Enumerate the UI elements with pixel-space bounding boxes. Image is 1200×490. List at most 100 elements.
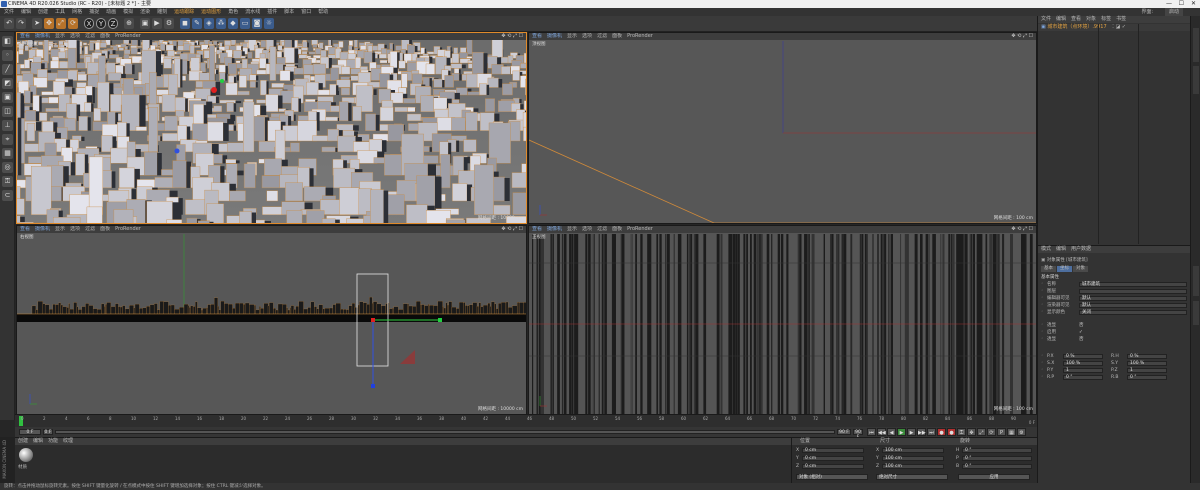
auto-key-button[interactable]: ● [947,428,956,436]
max-frame-field[interactable]: 90 F [853,429,863,440]
world-icon[interactable]: ⊕ [124,18,134,29]
rotate-icon[interactable]: ⟳ [68,18,78,29]
menu-item[interactable]: 流水线 [245,9,260,15]
field-value[interactable]: 城市建筑 [1079,282,1187,287]
field-value[interactable]: 默认 [1079,296,1187,301]
render-settings-icon[interactable]: ⚙ [164,18,174,29]
field-value[interactable]: 关闭 [1079,310,1187,315]
position-field[interactable]: 0 cm [802,464,864,469]
menu-item[interactable]: 运动跟踪 [174,9,194,15]
viewport-menu-item[interactable]: 过滤 [85,226,95,232]
current-frame-field[interactable]: 0 F [43,429,53,435]
x-axis-icon[interactable]: X [84,18,94,29]
cube-icon[interactable]: ◼ [180,18,190,29]
viewport-menu-item[interactable]: 摄像机 [547,33,562,39]
viewport-menu-item[interactable]: 显示 [567,226,577,232]
viewport-menu-item[interactable]: 过滤 [597,33,607,39]
menu-item[interactable]: 运动图形 [201,9,221,15]
object-mode-icon[interactable]: ▣ [2,92,13,103]
keyframe-selection-button[interactable]: ⚿ [957,428,966,436]
menu-item[interactable]: 角色 [228,9,238,15]
viewport-menu-item[interactable]: 查看 [532,33,542,39]
anim-dot-icon[interactable]: ◦ [1041,303,1044,309]
viewport-menu-item[interactable]: ProRender [115,226,141,232]
viewport-controls-icon[interactable]: ✥ ⟲ ⤢ ☐ [1011,33,1033,40]
checkbox[interactable]: 否 [1079,337,1084,343]
attribute-menu-item[interactable]: 用户数据 [1071,246,1091,252]
viewport-menu-item[interactable]: 摄像机 [547,226,562,232]
attribute-tab[interactable]: 对象 [1073,266,1088,272]
viewport-menu-item[interactable]: 面板 [612,226,622,232]
menu-item[interactable]: 窗口 [301,9,311,15]
lock-icon-icon[interactable]: ⚿ [2,176,13,187]
checkbox[interactable]: ✓ [1079,330,1083,336]
viewport-controls-icon[interactable]: ✥ ⟲ ⤢ ☐ [501,33,523,40]
menu-item[interactable]: 工具 [55,9,65,15]
points-mode-icon[interactable]: ◦ [2,50,13,61]
anim-dot-icon[interactable]: ◦ [1041,296,1044,302]
viewport-perspective[interactable]: 查看 摄像机 显示 选项 过滤 面板 ProRender 透视视图 ✥ ⟲ ⤢ ☐ 网格间距… [16,32,527,224]
light-icon[interactable]: ☼ [264,18,274,29]
viewport-menu-item[interactable]: ProRender [627,33,653,39]
coord-field[interactable]: 0 ° [1127,375,1167,380]
viewport-menu-item[interactable]: 显示 [55,33,65,39]
anim-dot-icon[interactable]: ◦ [1041,282,1044,288]
size-field[interactable]: 100 cm [882,464,944,469]
anim-dot-icon[interactable]: ◦ [1041,310,1044,316]
axis-mode-icon[interactable]: ⊥ [2,120,13,131]
prev-key-button[interactable]: ◀◀ [877,428,886,436]
play-button[interactable]: ▶ [897,428,906,436]
viewport-menu-item[interactable]: 面板 [612,33,622,39]
record-button[interactable]: ● [937,428,946,436]
field-value[interactable]: 默认 [1079,303,1187,308]
viewport-menu-item[interactable]: 显示 [567,33,577,39]
prev-frame-button[interactable]: ◀ [887,428,896,436]
anim-dot-icon[interactable]: ◦ [1041,354,1044,360]
coord-field[interactable]: 100 % [1063,361,1103,366]
viewport-controls-icon[interactable]: ✥ ⟲ ⤢ ☐ [1011,226,1033,233]
anim-dot-icon[interactable]: ◦ [1041,375,1044,381]
z-axis-icon[interactable]: Z [108,18,118,29]
texture-mode-icon[interactable]: ◫ [2,106,13,117]
coord-mode-select[interactable]: 对象 (相对) [796,474,868,480]
attribute-tab[interactable]: 基本 [1041,266,1056,272]
viewport-menu-item[interactable]: 面板 [100,226,110,232]
material-menu-item[interactable]: 功能 [48,438,58,444]
coord-field[interactable]: 100 % [1127,361,1167,366]
rotation-field[interactable]: 0 ° [962,464,1032,469]
viewport-menu-item[interactable]: ProRender [627,226,653,232]
object-menu-item[interactable]: 文件 [1041,16,1051,22]
coord-field[interactable]: 0 % [1063,354,1103,359]
perspective-view-icon[interactable]: ◧ [2,36,13,47]
move-icon[interactable]: ✥ [44,18,54,29]
viewport-top[interactable]: 查看 摄像机 显示 选项 过滤 面板 ProRender 顶视图 ✥ ⟲ ⤢ ☐ 网格间距 … [528,32,1037,224]
y-axis-icon[interactable]: Y [96,18,106,29]
object-menu-item[interactable]: 对象 [1086,16,1096,22]
checkbox[interactable]: 否 [1079,323,1084,329]
next-frame-button[interactable]: ▶ [907,428,916,436]
menu-item[interactable]: 文件 [4,9,14,15]
solo-mode-icon[interactable]: ◎ [2,162,13,173]
select-icon[interactable]: ➤ [32,18,42,29]
menu-item[interactable]: 网格 [72,9,82,15]
viewport-menu-item[interactable]: 摄像机 [35,33,50,39]
rot-key-button[interactable]: ⟳ [987,428,996,436]
floor-icon[interactable]: ▭ [240,18,250,29]
attribute-menu-item[interactable]: 编辑 [1056,246,1066,252]
apply-button[interactable]: 应用 [958,474,1030,480]
tab-objects[interactable] [1193,28,1199,62]
size-field[interactable]: 100 cm [882,456,944,461]
menu-item[interactable]: 渲染 [140,9,150,15]
viewport-menu-item[interactable]: 摄像机 [35,226,50,232]
coord-field[interactable]: 0 ° [1063,375,1103,380]
viewport-menu-item[interactable]: 选项 [582,226,592,232]
scale-key-button[interactable]: ⤢ [977,428,986,436]
menu-item[interactable]: 创建 [38,9,48,15]
viewport-front[interactable]: 查看 摄像机 显示 选项 过滤 面板 ProRender 正视图 ✥ ⟲ ⤢ ☐ 网格间距 … [528,225,1037,415]
timeline-ruler[interactable]: 0 2 4 6 8 10 12 14 16 18 20 22 24 26 28 30 32 34 36 38 40 42 4… [15,414,1037,427]
snap-toggle-icon[interactable]: ⌖ [2,134,13,145]
menu-item[interactable]: 模拟 [123,9,133,15]
size-field[interactable]: 100 cm [882,448,944,453]
material-menu-item[interactable]: 创建 [18,438,28,444]
pen-icon[interactable]: ✎ [192,18,202,29]
